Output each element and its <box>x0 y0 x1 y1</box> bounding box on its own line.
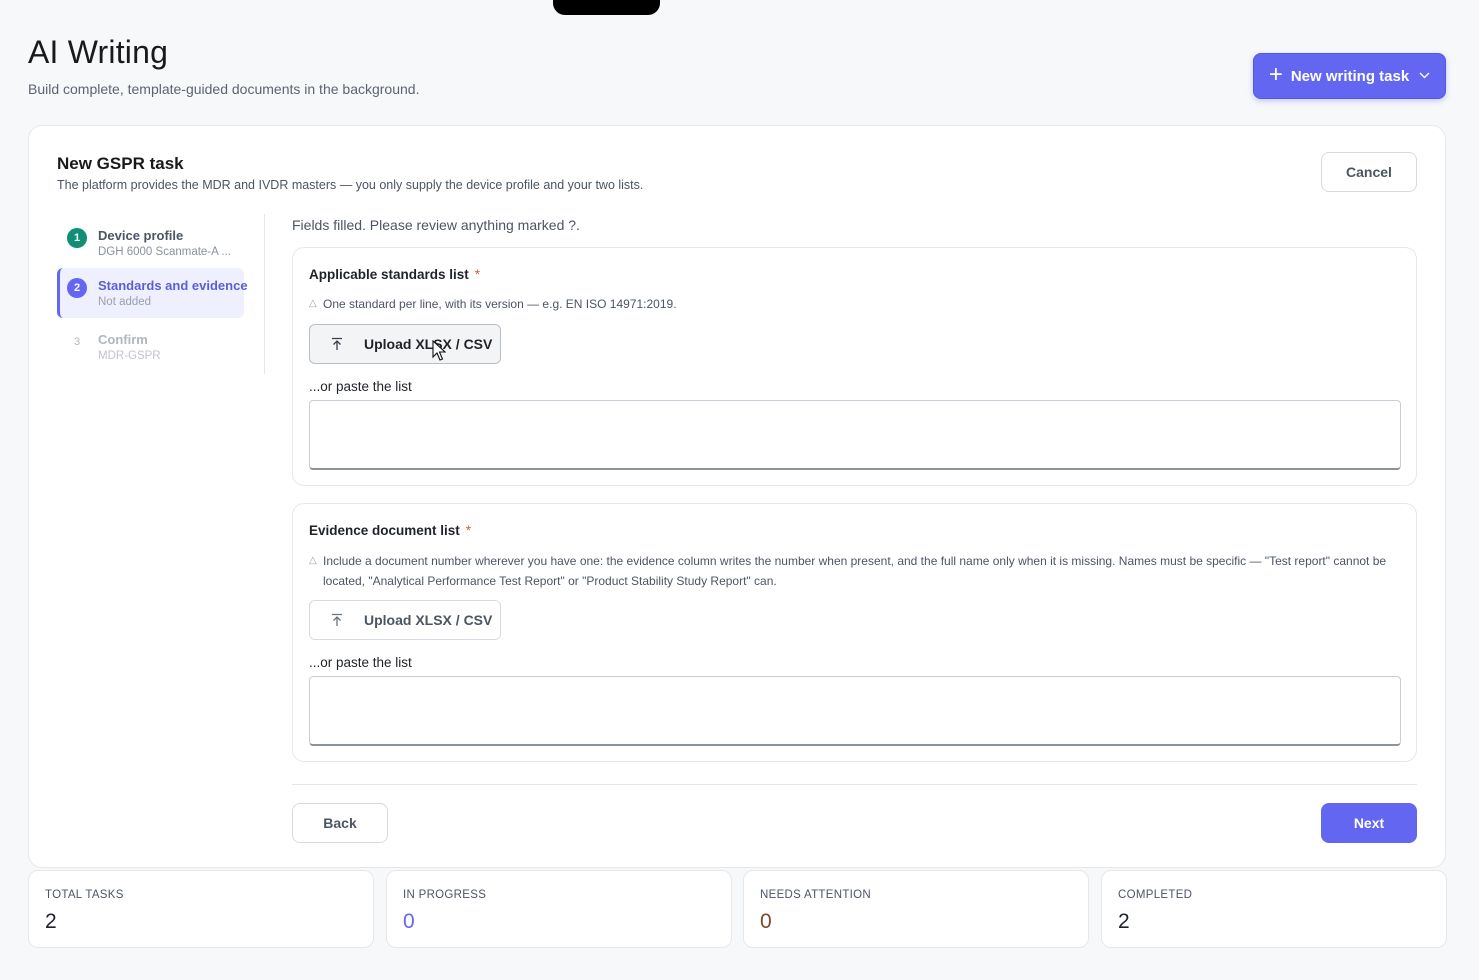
stat-total-tasks: TOTAL TASKS 2 <box>28 870 374 948</box>
stat-value: 2 <box>1118 910 1130 933</box>
standards-title: Applicable standards list * <box>309 267 480 282</box>
step-label: Standards and evidence <box>98 278 248 293</box>
step-label: Confirm <box>98 332 148 347</box>
standards-title-text: Applicable standards list <box>309 267 469 282</box>
task-card: New GSPR task The platform provides the … <box>28 125 1446 868</box>
evidence-hint-text: Include a document number wherever you h… <box>323 554 1387 588</box>
required-mark: * <box>465 523 472 538</box>
step-confirm[interactable]: 3 Confirm MDR-GSPR <box>57 322 244 372</box>
upload-label: Upload XLSX / CSV <box>364 336 493 352</box>
required-mark: * <box>474 267 481 282</box>
stat-completed: COMPLETED 2 <box>1101 870 1447 948</box>
camera-notch <box>553 0 660 15</box>
upload-standards-button[interactable]: Upload XLSX / CSV <box>309 324 501 364</box>
stepper-divider <box>264 214 265 374</box>
stat-label: COMPLETED <box>1118 889 1193 901</box>
next-button[interactable]: Next <box>1321 803 1417 843</box>
step-device-profile[interactable]: 1 Device profile DGH 6000 Scanmate-A ... <box>57 218 244 268</box>
task-title: New GSPR task <box>57 154 184 173</box>
evidence-title: Evidence document list * <box>309 523 471 538</box>
step-sub: DGH 6000 Scanmate-A ... <box>98 246 231 258</box>
evidence-hint: △ Include a document number wherever you… <box>309 551 1389 591</box>
step-number: 2 <box>67 278 87 298</box>
stat-needs-attention: NEEDS ATTENTION 0 <box>743 870 1089 948</box>
page-title: AI Writing <box>28 34 169 70</box>
upload-label: Upload XLSX / CSV <box>364 612 493 628</box>
standards-section: Applicable standards list * △ One standar… <box>292 247 1417 486</box>
standards-paste-label: ...or paste the list <box>309 379 412 394</box>
warning-icon: △ <box>309 298 317 309</box>
mouse-cursor-icon <box>432 340 446 361</box>
stat-label: TOTAL TASKS <box>45 889 124 901</box>
stat-label: NEEDS ATTENTION <box>760 889 871 901</box>
stepper: 1 Device profile DGH 6000 Scanmate-A ...… <box>57 214 265 374</box>
status-text: Fields filled. Please review anything ma… <box>292 217 580 233</box>
step-sub: MDR-GSPR <box>98 350 161 362</box>
standards-hint-text: One standard per line, with its version … <box>323 297 677 311</box>
new-task-label: New writing task <box>1290 67 1410 85</box>
standards-hint: △ One standard per line, with its versio… <box>309 294 1309 314</box>
warning-icon: △ <box>309 555 317 566</box>
evidence-section: Evidence document list * △ Include a docu… <box>292 503 1417 762</box>
step-label: Device profile <box>98 228 184 243</box>
cancel-button[interactable]: Cancel <box>1321 152 1417 192</box>
upload-evidence-button[interactable]: Upload XLSX / CSV <box>309 600 501 640</box>
back-button[interactable]: Back <box>292 803 388 843</box>
stat-value: 0 <box>403 910 415 933</box>
step-sub: Not added <box>98 296 152 308</box>
plus-icon: + <box>1268 61 1283 88</box>
evidence-paste-label: ...or paste the list <box>309 655 412 670</box>
stat-value: 2 <box>45 910 57 933</box>
page-subtitle: Build complete, template-guided document… <box>28 81 420 97</box>
step-number: 3 <box>73 336 81 348</box>
stat-label: IN PROGRESS <box>403 889 487 901</box>
stat-value: 0 <box>760 910 772 933</box>
chevron-down-icon <box>1419 70 1430 82</box>
evidence-title-text: Evidence document list <box>309 523 460 538</box>
standards-textarea[interactable] <box>309 400 1401 470</box>
stat-in-progress: IN PROGRESS 0 <box>386 870 732 948</box>
step-standards-and-evidence[interactable]: 2 Standards and evidence Not added <box>57 268 248 318</box>
footer-divider <box>292 784 1417 785</box>
step-number: 1 <box>67 228 87 248</box>
evidence-textarea[interactable] <box>309 676 1401 746</box>
task-subtitle: The platform provides the MDR and IVDR m… <box>57 178 644 192</box>
upload-icon <box>310 613 364 627</box>
upload-icon <box>310 337 364 351</box>
new-writing-task-button[interactable]: + New writing task <box>1253 53 1446 99</box>
